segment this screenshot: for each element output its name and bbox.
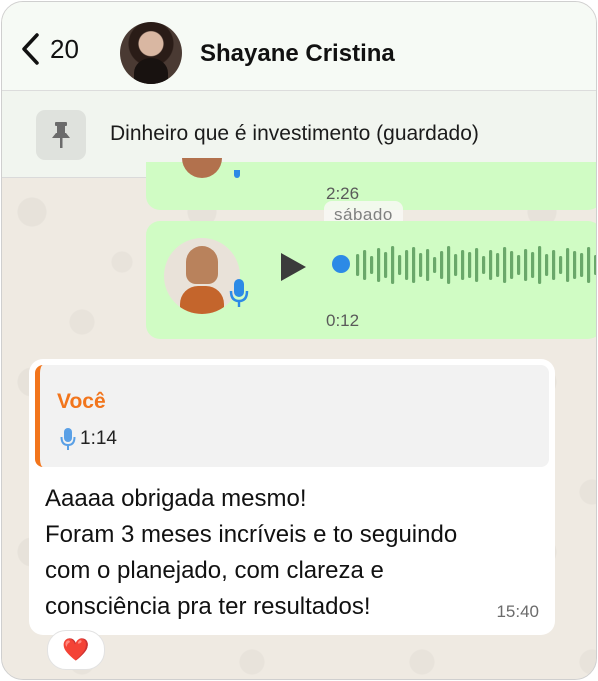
contact-name[interactable]: Shayane Cristina <box>200 40 395 68</box>
quoted-voice-duration: 1:14 <box>80 428 117 449</box>
voice-avatar-partial <box>182 158 222 178</box>
waveform-bar <box>594 255 596 275</box>
chat-header: 20 Shayane Cristina <box>2 2 596 91</box>
unread-count: 20 <box>50 33 79 64</box>
outgoing-voice-bubble[interactable]: 0:12 <box>146 221 597 339</box>
waveform-bar <box>524 249 528 281</box>
waveform-bar <box>468 252 472 278</box>
microphone-icon <box>60 428 76 450</box>
message-text: Aaaaa obrigada mesmo! Foram 3 meses incr… <box>45 485 458 620</box>
waveform-bar <box>482 256 486 274</box>
pin-icon <box>52 122 70 148</box>
waveform-bar <box>517 255 521 275</box>
chevron-left-icon <box>22 33 39 65</box>
waveform-bar <box>363 250 367 280</box>
waveform-bar <box>454 254 458 276</box>
waveform-bar <box>356 254 360 276</box>
microphone-icon <box>234 170 240 178</box>
waveform-bar <box>412 247 416 283</box>
heart-emoji-icon: ❤️ <box>62 637 90 662</box>
playback-progress-handle[interactable] <box>332 255 350 273</box>
message-time: 15:40 <box>496 602 539 621</box>
waveform-bar <box>475 248 479 282</box>
voice-waveform[interactable] <box>352 243 597 287</box>
waveform-bar <box>489 250 493 280</box>
pin-icon-box <box>36 110 86 160</box>
waveform-bar <box>419 253 423 277</box>
waveform-bar <box>433 257 437 273</box>
waveform-bar <box>370 256 374 274</box>
waveform-bar <box>426 249 430 281</box>
pinned-message-text: Dinheiro que é investimento (guardado) <box>110 122 479 145</box>
waveform-bar <box>531 252 535 278</box>
waveform-bar <box>552 250 556 280</box>
waveform-bar <box>559 256 563 274</box>
incoming-message-bubble[interactable]: Você 1:14 Aaaaa obrigada mesmo! Foram 3 … <box>29 359 555 635</box>
waveform-bar <box>440 251 444 279</box>
waveform-bar <box>580 253 584 277</box>
heart-reaction[interactable]: ❤️ <box>47 630 105 670</box>
waveform-bar <box>573 251 577 279</box>
waveform-bar <box>391 246 395 284</box>
waveform-bar <box>538 246 542 284</box>
waveform-bar <box>447 246 451 284</box>
microphone-icon <box>229 279 249 307</box>
contact-avatar[interactable] <box>120 22 182 84</box>
waveform-bar <box>510 251 514 279</box>
play-icon[interactable] <box>278 251 308 283</box>
back-button[interactable]: 20 <box>20 32 79 66</box>
waveform-bar <box>503 247 507 283</box>
quoted-message[interactable]: Você 1:14 <box>35 365 549 467</box>
waveform-bar <box>398 255 402 275</box>
waveform-bar <box>545 254 549 276</box>
waveform-bar <box>496 253 500 277</box>
waveform-bar <box>587 247 591 283</box>
chat-window: 20 Shayane Cristina Dinheiro que é inves… <box>1 1 597 680</box>
waveform-bar <box>461 250 465 280</box>
waveform-bar <box>377 248 381 282</box>
waveform-bar <box>384 252 388 278</box>
waveform-bar <box>405 250 409 280</box>
waveform-bar <box>566 248 570 282</box>
quoted-author: Você <box>57 390 106 413</box>
voice-duration: 0:12 <box>326 311 360 330</box>
